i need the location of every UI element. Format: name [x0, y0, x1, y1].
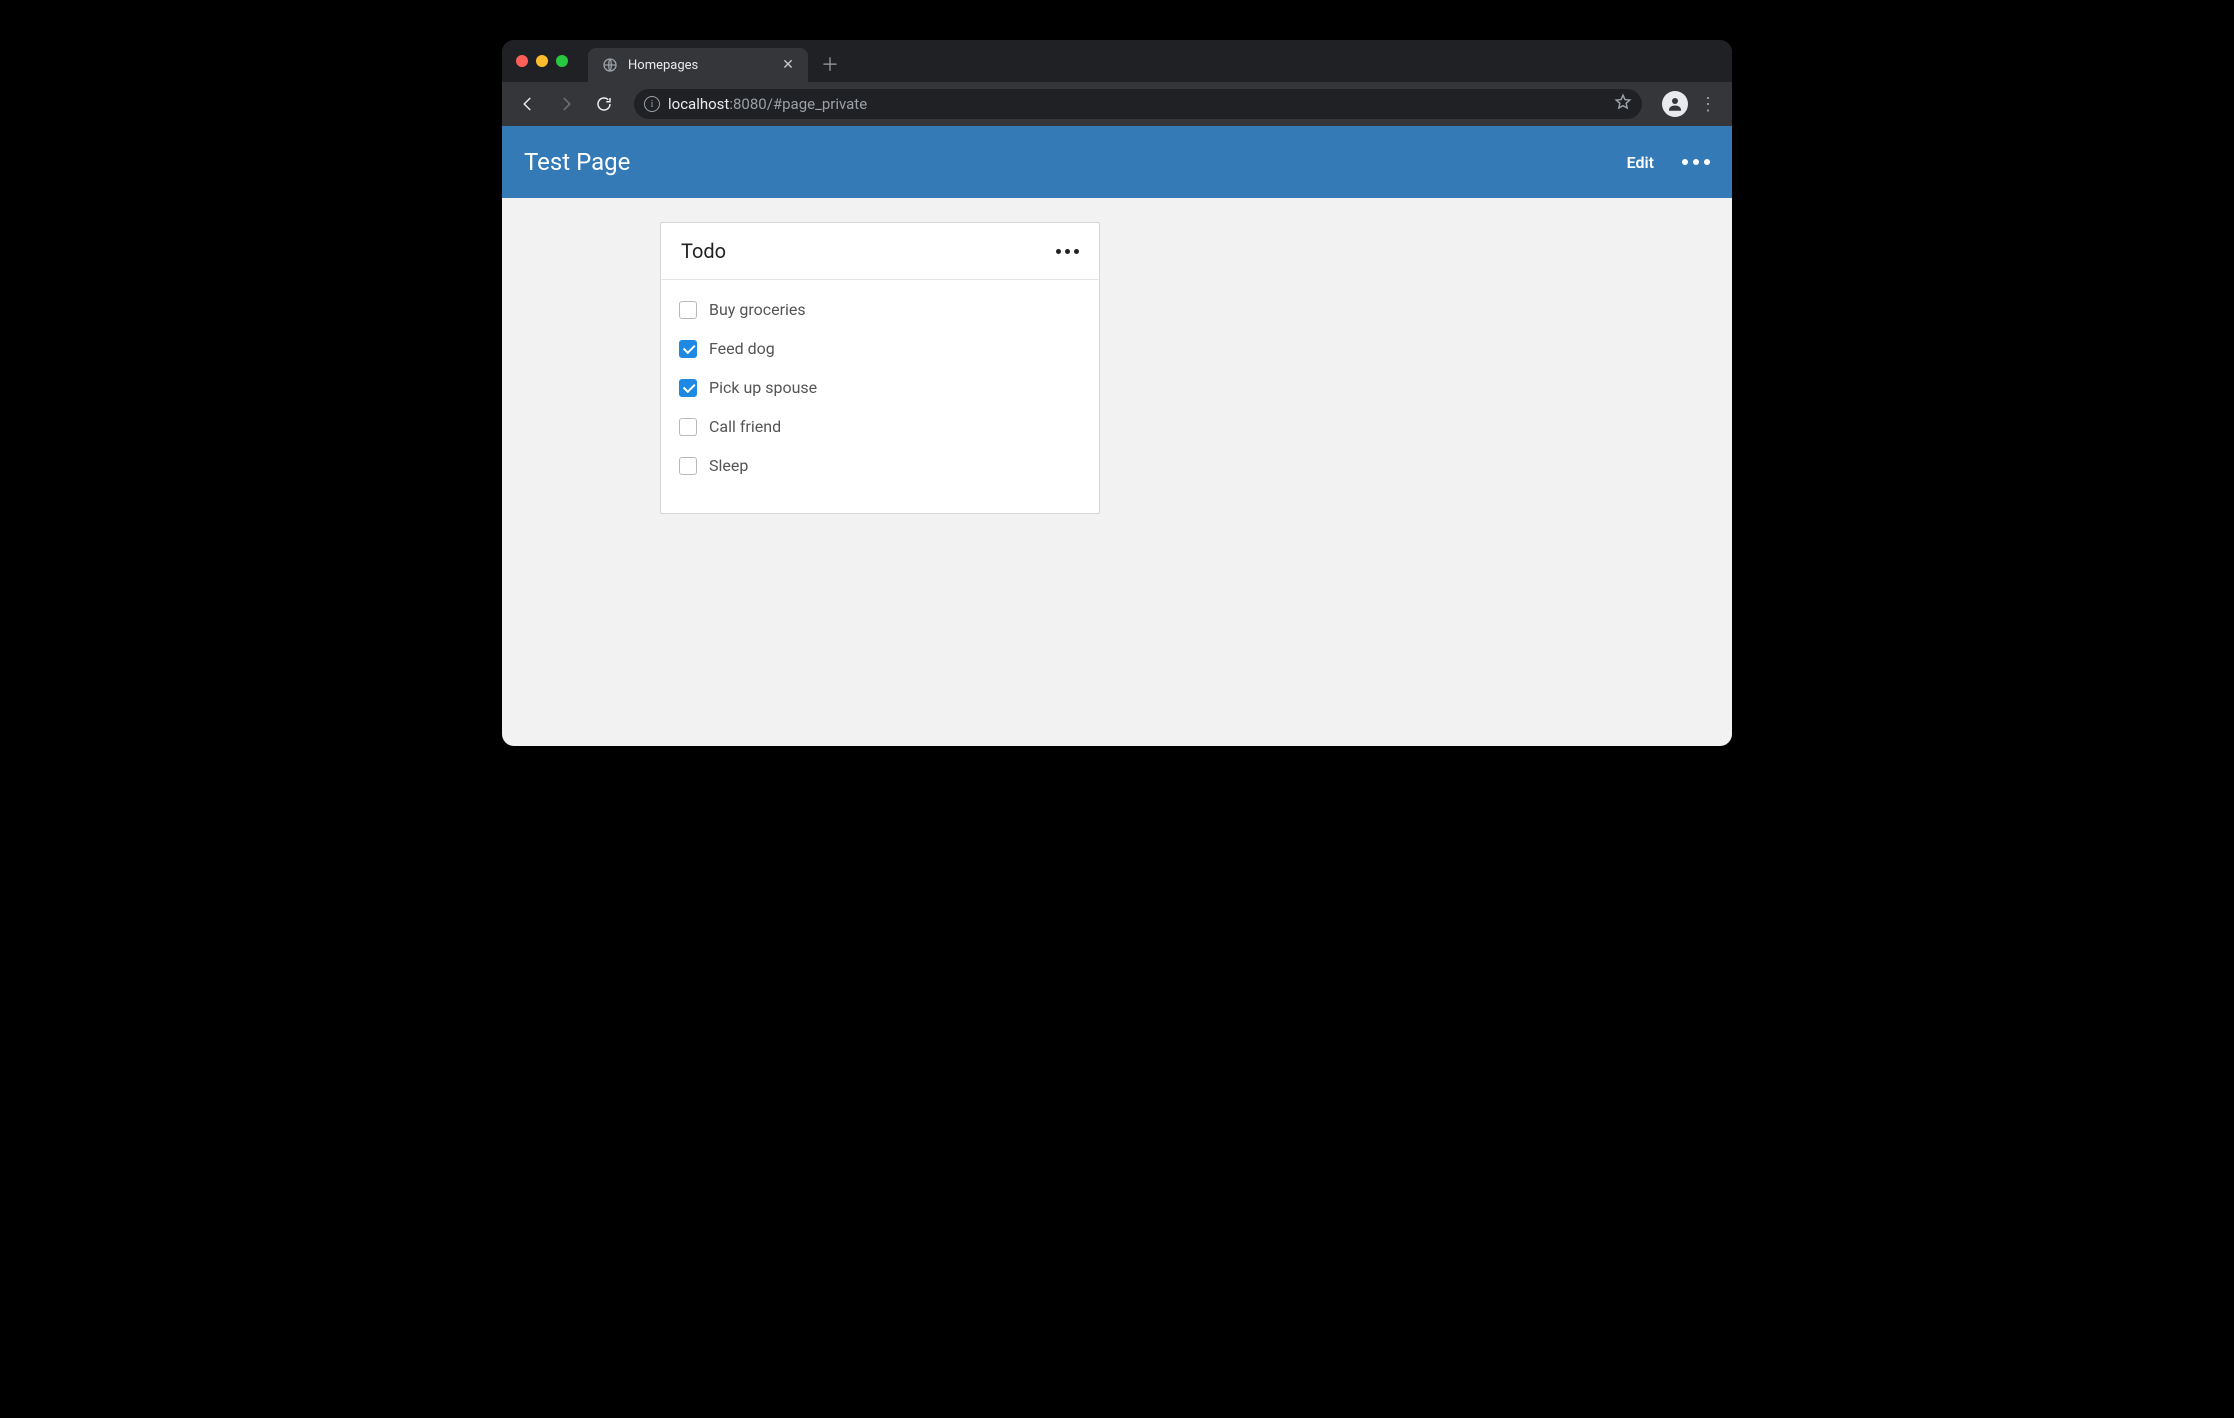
todo-label: Pick up spouse	[709, 378, 817, 397]
reload-button[interactable]	[588, 88, 620, 120]
page-viewport: Test Page Edit Todo Buy groceries Feed do…	[502, 126, 1732, 746]
card-header: Todo	[661, 223, 1099, 280]
todo-item: Pick up spouse	[679, 368, 1081, 407]
forward-button[interactable]	[550, 88, 582, 120]
page-content: Todo Buy groceries Feed dog Pick up spouse…	[502, 198, 1732, 554]
browser-menu-button[interactable]: ⋮	[1694, 94, 1722, 115]
card-overflow-menu[interactable]	[1056, 249, 1079, 254]
tab-strip: Homepages ✕ ＋	[502, 40, 1732, 82]
todo-item: Feed dog	[679, 329, 1081, 368]
app-overflow-menu[interactable]	[1682, 159, 1710, 165]
url-port: :8080	[729, 95, 766, 113]
profile-avatar[interactable]	[1662, 91, 1688, 117]
card-title: Todo	[681, 239, 1056, 263]
todo-checkbox[interactable]	[679, 301, 697, 319]
maximize-window-button[interactable]	[556, 55, 568, 67]
window-controls	[516, 55, 568, 67]
tab-title: Homepages	[628, 58, 770, 73]
close-window-button[interactable]	[516, 55, 528, 67]
todo-checkbox[interactable]	[679, 340, 697, 358]
browser-tab[interactable]: Homepages ✕	[588, 48, 808, 82]
app-header: Test Page Edit	[502, 126, 1732, 198]
todo-item: Sleep	[679, 446, 1081, 485]
todo-label: Feed dog	[709, 339, 775, 358]
globe-icon	[602, 57, 618, 73]
edit-button[interactable]: Edit	[1627, 153, 1654, 172]
browser-window: Homepages ✕ ＋ i localhost:8080/#page_pri…	[502, 40, 1732, 746]
todo-checkbox[interactable]	[679, 418, 697, 436]
todo-checkbox[interactable]	[679, 457, 697, 475]
url-text: localhost:8080/#page_private	[668, 95, 1606, 113]
todo-card: Todo Buy groceries Feed dog Pick up spouse…	[660, 222, 1100, 514]
bookmark-star-icon[interactable]	[1614, 93, 1632, 115]
page-title: Test Page	[524, 148, 1627, 176]
todo-item: Buy groceries	[679, 290, 1081, 329]
todo-item: Call friend	[679, 407, 1081, 446]
minimize-window-button[interactable]	[536, 55, 548, 67]
todo-list: Buy groceries Feed dog Pick up spouse Call …	[661, 280, 1099, 513]
browser-toolbar: i localhost:8080/#page_private ⋮	[502, 82, 1732, 126]
close-tab-button[interactable]: ✕	[780, 57, 796, 73]
todo-label: Buy groceries	[709, 300, 806, 319]
todo-checkbox[interactable]	[679, 379, 697, 397]
todo-label: Sleep	[709, 456, 748, 475]
url-host: localhost	[668, 95, 729, 113]
url-path: /#page_private	[767, 95, 867, 113]
address-bar[interactable]: i localhost:8080/#page_private	[634, 89, 1642, 119]
new-tab-button[interactable]: ＋	[816, 50, 844, 78]
site-info-icon[interactable]: i	[644, 96, 660, 112]
todo-label: Call friend	[709, 417, 781, 436]
back-button[interactable]	[512, 88, 544, 120]
